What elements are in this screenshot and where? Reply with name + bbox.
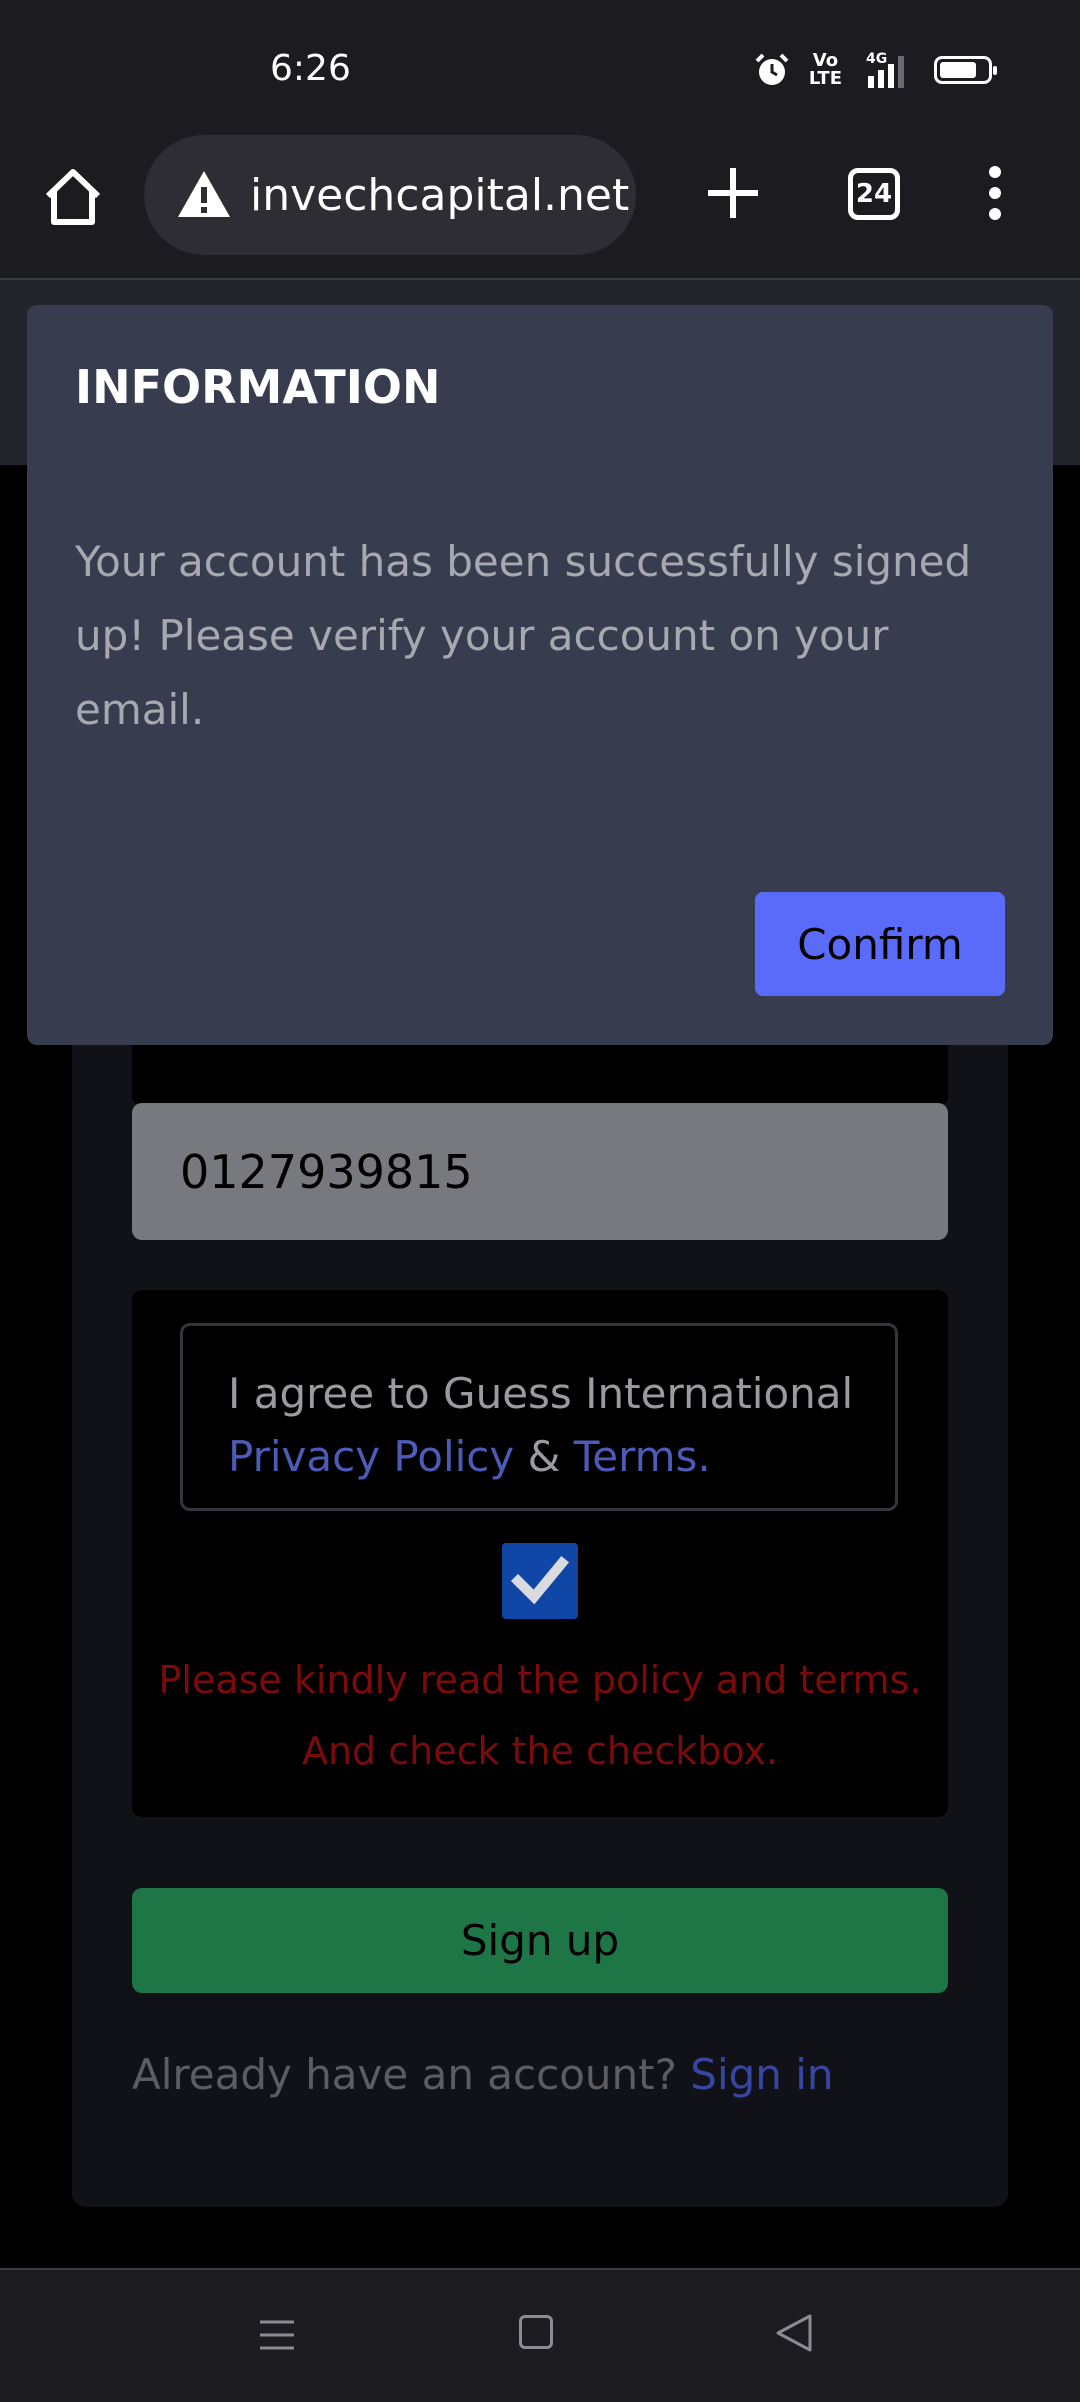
- status-time: 6:26: [270, 48, 351, 89]
- recents-icon[interactable]: [258, 2316, 296, 2354]
- browser-toolbar: invechcapital.net 24: [0, 130, 1080, 280]
- menu-dots-icon[interactable]: [980, 160, 1010, 226]
- already-text: Already have an account?: [132, 2050, 677, 2099]
- system-nav-bar: [0, 2268, 1080, 2402]
- privacy-policy-link[interactable]: Privacy Policy: [228, 1432, 514, 1481]
- battery-icon: [934, 56, 997, 84]
- url-text: invechcapital.net: [250, 169, 630, 221]
- address-bar[interactable]: invechcapital.net: [144, 135, 636, 255]
- alarm-icon: [755, 53, 789, 85]
- agreement-box: I agree to Guess International Privacy P…: [180, 1323, 898, 1511]
- back-icon[interactable]: [774, 2312, 814, 2354]
- status-bar: 6:26 Vo LTE 4G: [0, 0, 1080, 130]
- plus-icon[interactable]: [700, 160, 766, 226]
- check-icon: [510, 1555, 570, 1605]
- ampersand: &: [527, 1432, 561, 1481]
- tab-switcher-button[interactable]: 24: [848, 168, 900, 220]
- status-icons: Vo LTE 4G: [753, 50, 997, 90]
- signal-icon: 4G: [866, 51, 904, 88]
- agreement-panel: I agree to Guess International Privacy P…: [132, 1290, 948, 1817]
- dialog-message: Your account has been successfully signe…: [75, 537, 972, 734]
- error-message: Please kindly read the policy and terms.…: [158, 1658, 922, 1773]
- terms-link[interactable]: Terms.: [574, 1432, 711, 1481]
- sign-up-button[interactable]: Sign up: [132, 1888, 948, 1993]
- home-nav-icon[interactable]: [519, 2315, 553, 2349]
- volte-icon: Vo LTE: [808, 50, 842, 89]
- network-gen-label: 4G: [866, 51, 887, 67]
- information-dialog: INFORMATION Your account has been succes…: [27, 305, 1053, 1045]
- phone-input[interactable]: 0127939815: [132, 1103, 948, 1240]
- home-icon[interactable]: [38, 162, 108, 232]
- agree-checkbox[interactable]: [502, 1543, 578, 1619]
- sign-in-link[interactable]: Sign in: [690, 2050, 833, 2099]
- dialog-title: INFORMATION: [75, 360, 441, 414]
- warning-icon[interactable]: [176, 167, 232, 223]
- agreement-text: I agree to Guess International: [228, 1369, 854, 1418]
- signin-prompt: Already have an account? Sign in: [132, 2050, 834, 2099]
- confirm-button[interactable]: Confirm: [755, 892, 1005, 996]
